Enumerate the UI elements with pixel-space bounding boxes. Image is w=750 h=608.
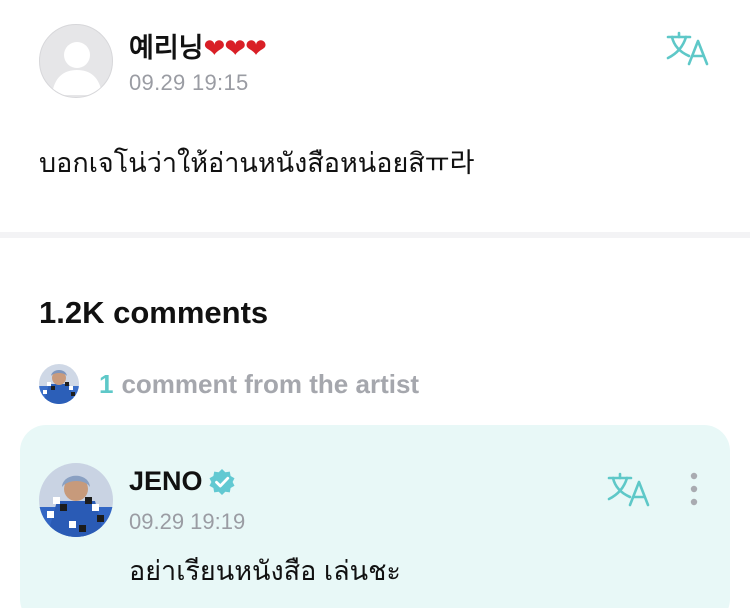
artist-comment-text: อย่าเรียนหนังสือ เล่นชะ xyxy=(129,556,401,586)
artist-avatar-image xyxy=(39,364,79,404)
translate-icon xyxy=(607,472,650,507)
post-timestamp: 09.29 19:15 xyxy=(129,70,249,95)
translate-button[interactable] xyxy=(665,28,711,68)
artist-avatar-image xyxy=(39,463,113,537)
artist-mini-avatar xyxy=(39,364,79,404)
verified-badge-icon xyxy=(209,468,235,495)
heart-icons: ❤❤❤ xyxy=(203,33,267,63)
artist-avatar[interactable] xyxy=(39,463,113,537)
post-author[interactable]: 예리닝❤❤❤ xyxy=(129,26,267,65)
artist-comment-card: JENO 09.29 19:19 อย่าเรียนหนังสือ เล่นชะ xyxy=(20,425,730,608)
user-avatar-default[interactable] xyxy=(39,24,113,98)
artist-comment-label: comment from the artist xyxy=(121,368,420,399)
more-vertical-icon xyxy=(690,472,698,506)
artist-comment-count: 1 xyxy=(99,368,114,399)
artist-comment-timestamp: 09.29 19:19 xyxy=(129,509,246,534)
artist-name: JENO xyxy=(129,466,203,496)
translate-button[interactable] xyxy=(606,469,652,509)
more-options-button[interactable] xyxy=(684,471,704,507)
artist-name-row[interactable]: JENO xyxy=(129,466,237,497)
artist-comments-link[interactable]: 1 comment from the artist xyxy=(39,364,419,404)
post-author-name: 예리닝 xyxy=(129,33,204,63)
translate-icon xyxy=(666,31,709,66)
section-divider xyxy=(0,232,750,238)
comments-count: 1.2K comments xyxy=(39,295,269,330)
post-body: บอกเจโน่ว่าให้อ่านหนังสือหน่อยสิㅠ라 xyxy=(39,148,475,178)
default-user-avatar-icon xyxy=(52,42,102,95)
post: 예리닝❤❤❤ 09.29 19:15 บอกเจโน่ว่าให้อ่านหนั… xyxy=(0,0,750,232)
